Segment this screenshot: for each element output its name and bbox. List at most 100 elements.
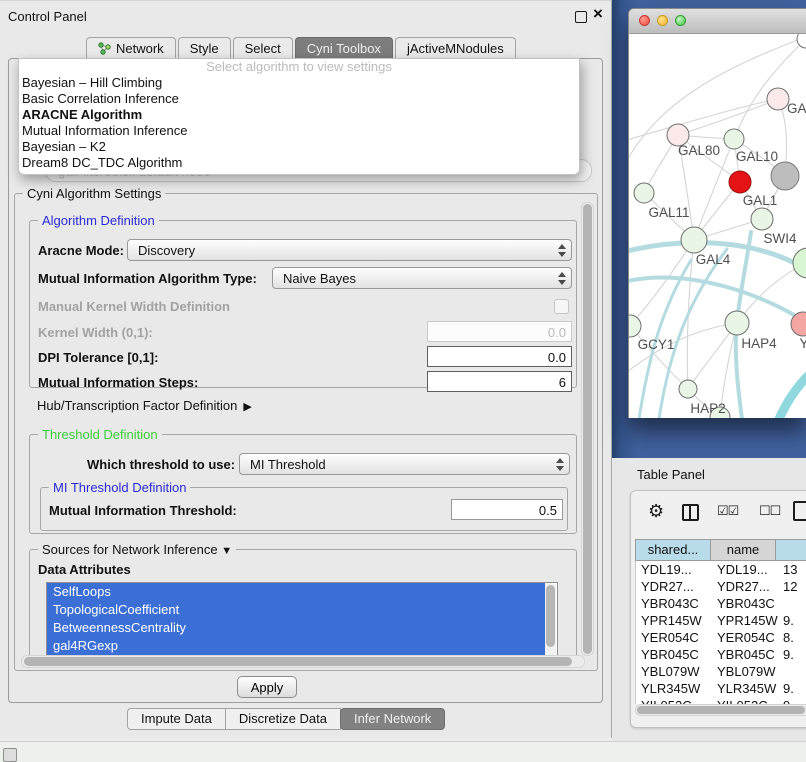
close-window-button[interactable] (639, 15, 650, 26)
dpi-tolerance-input[interactable]: 0.0 (427, 346, 572, 367)
algorithm-option-aracne-algorithm[interactable]: ARACNE Algorithm (19, 107, 579, 123)
manual-kernel-width-checkbox[interactable] (554, 299, 569, 314)
float-panel-button[interactable] (575, 11, 587, 23)
columns-icon[interactable] (682, 504, 699, 521)
network-node-gal10[interactable] (724, 129, 744, 149)
bottom-tab-discretize-data[interactable]: Discretize Data (225, 708, 341, 730)
network-node-gal4[interactable] (681, 227, 707, 253)
network-node-gal11[interactable] (634, 183, 654, 203)
table-row[interactable]: YDL19...YDL19...13 (636, 561, 806, 578)
attributes-scrollbar[interactable] (545, 584, 556, 658)
dpi-tolerance-label: DPI Tolerance [0,1]: (38, 350, 158, 365)
network-node-hap2[interactable] (679, 380, 697, 398)
tab-cyni-toolbox[interactable]: Cyni Toolbox (295, 37, 393, 59)
scrollbar-thumb[interactable] (583, 204, 592, 654)
network-window-titlebar[interactable] (629, 9, 806, 34)
node-label-gal: GAL (787, 101, 806, 116)
settings-horizontal-scrollbar[interactable] (21, 655, 585, 668)
network-node-gcy1[interactable] (629, 315, 641, 337)
bottom-tab-infer-network[interactable]: Infer Network (340, 708, 445, 730)
mi-steps-input[interactable]: 6 (427, 371, 572, 392)
table-cell: YDR27... (636, 578, 712, 595)
data-attributes-list: SelfLoopsTopologicalCoefficientBetweenne… (47, 583, 557, 655)
algorithm-option-mutual-information-inference[interactable]: Mutual Information Inference (19, 123, 579, 139)
attribute-betweennesscentrality[interactable]: BetweennessCentrality (47, 619, 545, 637)
panel-corner-icon[interactable] (3, 748, 17, 762)
network-edge[interactable] (678, 99, 778, 135)
bottom-tab-impute-data[interactable]: Impute Data (127, 708, 226, 730)
column-header-shared[interactable]: shared... (635, 539, 711, 561)
tab-label: Select (245, 38, 281, 59)
network-edge[interactable] (630, 240, 694, 326)
close-panel-icon[interactable]: × (593, 4, 603, 24)
stepper-icon (558, 271, 566, 286)
table-row[interactable]: YBL079WYBL079W (636, 663, 806, 680)
mi-steps-label: Mutual Information Steps: (38, 375, 198, 390)
table-row[interactable]: YDR27...YDR27...12 (636, 578, 806, 595)
stepper-icon (556, 457, 564, 472)
aracne-mode-select[interactable]: Discovery (127, 239, 572, 261)
network-node-hap4[interactable] (725, 311, 749, 335)
hub-definition-toggle[interactable]: Hub/Transcription Factor Definition▶ (37, 398, 252, 413)
algorithm-option-bayesian-hill-climbing[interactable]: Bayesian – Hill Climbing (19, 75, 579, 91)
network-edge[interactable] (779, 373, 806, 418)
tab-jactivemnodules[interactable]: jActiveMNodules (395, 37, 516, 59)
export-table-icon[interactable] (793, 501, 806, 521)
network-edge[interactable] (629, 99, 778, 141)
network-node-gal1[interactable] (751, 208, 773, 230)
deselect-all-checkboxes-icon[interactable]: ☐☐ (759, 503, 780, 519)
tab-style[interactable]: Style (178, 37, 231, 59)
table-row[interactable]: YER054CYER054C8. (636, 629, 806, 646)
select-all-checkboxes-icon[interactable]: ☑☑ (717, 503, 738, 519)
minimize-window-button[interactable] (657, 15, 668, 26)
kernel-width-input[interactable]: 0.0 (427, 321, 572, 342)
which-threshold-select[interactable]: MI Threshold (239, 453, 570, 475)
tab-select[interactable]: Select (233, 37, 293, 59)
tab-label: jActiveMNodules (407, 38, 504, 59)
scrollbar-thumb[interactable] (546, 585, 555, 647)
algorithm-option-dream8-dc-tdc-algorithm[interactable]: Dream8 DC_TDC Algorithm (19, 155, 579, 171)
attribute-gal4rgexp[interactable]: gal4RGexp (47, 637, 545, 655)
scrollbar-thumb[interactable] (637, 706, 805, 714)
table-cell: YBR043C (636, 595, 712, 612)
apply-button[interactable]: Apply (237, 676, 297, 698)
network-node[interactable] (771, 162, 799, 190)
algorithm-option-bayesian-k2[interactable]: Bayesian – K2 (19, 139, 579, 155)
scrollbar-thumb[interactable] (24, 657, 572, 666)
network-node-gal[interactable] (767, 88, 789, 110)
network-edge[interactable] (629, 278, 806, 326)
node-label-y: Y (799, 336, 806, 351)
algorithm-option-basic-correlation-inference[interactable]: Basic Correlation Inference (19, 91, 579, 107)
table-cell: YLR345W (636, 680, 712, 697)
node-label-hap4: HAP4 (741, 336, 777, 351)
mi-threshold-input[interactable]: 0.5 (451, 499, 563, 520)
tab-network[interactable]: Network (86, 37, 176, 59)
network-edge[interactable] (734, 39, 806, 139)
algorithm-definition-legend: Algorithm Definition (38, 213, 159, 228)
network-canvas[interactable]: GALGAL80GAL10GAL11GAL1SWI4GAL4GCY1HAP4YH… (629, 34, 806, 418)
table-row[interactable]: YIL052CYIL052C9 (636, 697, 806, 704)
node-label-gal80: GAL80 (678, 143, 720, 158)
settings-vertical-scrollbar[interactable] (581, 202, 594, 656)
column-header-name[interactable]: name (710, 539, 776, 561)
table-row[interactable]: YBR043CYBR043C (636, 595, 806, 612)
table-row[interactable]: YPR145WYPR145W9. (636, 612, 806, 629)
table-body: YDL19...YDL19...13YDR27...YDR27...12YBR0… (635, 561, 806, 704)
table-panel: Table Panel ⚙ ☑☑ ☐☐ shared...name YDL19.… (612, 458, 806, 741)
table-cell: 9 (778, 697, 806, 704)
network-node[interactable] (793, 248, 806, 278)
table-cell: YPR145W (712, 612, 778, 629)
table-row[interactable]: YBR045CYBR045C9. (636, 646, 806, 663)
zoom-window-button[interactable] (675, 15, 686, 26)
table-horizontal-scrollbar[interactable] (635, 704, 806, 716)
table-cell: YIL052C (712, 697, 778, 704)
table-row[interactable]: YLR345WYLR345W9. (636, 680, 806, 697)
network-node[interactable] (729, 171, 751, 193)
sources-legend[interactable]: Sources for Network Inference ▼ (38, 542, 236, 557)
column-header-extra[interactable] (775, 539, 806, 561)
gear-icon[interactable]: ⚙ (648, 501, 664, 521)
attribute-topologicalcoefficient[interactable]: TopologicalCoefficient (47, 601, 545, 619)
mi-algorithm-type-select[interactable]: Naive Bayes (272, 267, 572, 289)
node-label-gal4: GAL4 (696, 252, 731, 267)
attribute-selfloops[interactable]: SelfLoops (47, 583, 545, 601)
